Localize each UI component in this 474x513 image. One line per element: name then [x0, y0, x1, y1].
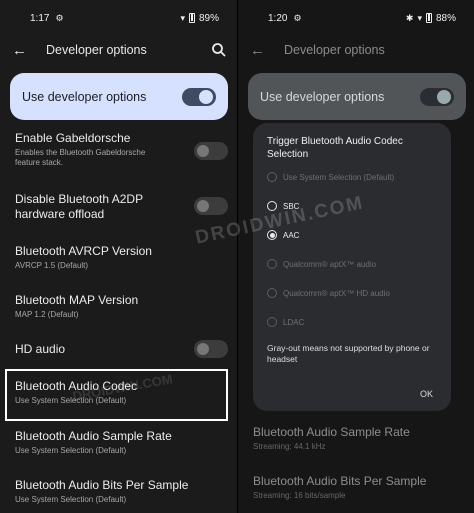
radio-button[interactable] — [267, 288, 277, 298]
setting-title: Bluetooth MAP Version — [15, 293, 139, 307]
battery-icon — [188, 13, 195, 23]
setting-subtitle: AVRCP 1.5 (Default) — [15, 261, 89, 270]
gabeldorsche-toggle[interactable] — [194, 142, 228, 160]
radio-button[interactable] — [267, 172, 277, 182]
settings-gear-icon: ⚙ — [55, 12, 64, 23]
option-label: Use System Selection (Default) — [283, 172, 395, 182]
top-app-bar: ← Developer options — [238, 36, 474, 64]
dialog-note: Gray-out means not supported by phone or… — [267, 343, 430, 364]
setting-title: Bluetooth Audio Sample Rate — [253, 425, 410, 439]
use-developer-options-label: Use developer options — [260, 89, 385, 104]
setting-title: Enable Gabeldorsche — [15, 131, 131, 145]
setting-title: Disable Bluetooth A2DP hardware offload — [15, 192, 143, 221]
left-screen: 1:17 ⚙ ▾ 89% ← Developer options Use dev… — [0, 0, 237, 513]
radio-button[interactable] — [267, 259, 277, 269]
battery-icon — [425, 13, 432, 23]
option-use-system-selection[interactable]: Use System Selection (Default) — [267, 172, 394, 182]
use-developer-options-label: Use developer options — [22, 89, 147, 104]
setting-subtitle: Streaming: 16 bits/sample — [253, 491, 346, 500]
setting-title: Bluetooth Audio Bits Per Sample — [15, 478, 189, 492]
setting-bluetooth-audio-sample-rate[interactable]: Bluetooth Audio Sample Rate Use System S… — [15, 429, 225, 456]
page-title: Developer options — [46, 43, 147, 57]
bluetooth-icon: ✱ — [405, 12, 414, 23]
option-ldac[interactable]: LDAC — [267, 317, 304, 327]
status-bar: 1:17 ⚙ ▾ 89% — [0, 0, 237, 36]
option-aptx-hd[interactable]: Qualcomm® aptX™ HD audio — [267, 288, 390, 298]
status-time: 1:17 — [30, 12, 50, 24]
option-aptx[interactable]: Qualcomm® aptX™ audio — [267, 259, 376, 269]
dialog-title: Trigger Bluetooth Audio Codec Selection — [267, 136, 403, 160]
setting-map-version[interactable]: Bluetooth MAP Version MAP 1.2 (Default) — [15, 293, 225, 320]
hd-audio-toggle[interactable] — [194, 340, 228, 358]
setting-subtitle: Streaming: 44.1 kHz — [253, 442, 326, 451]
setting-title: Bluetooth Audio Bits Per Sample — [253, 474, 427, 488]
page-title: Developer options — [284, 43, 385, 57]
setting-avrcp-version[interactable]: Bluetooth AVRCP Version AVRCP 1.5 (Defau… — [15, 244, 225, 271]
use-developer-options-card[interactable]: Use developer options — [10, 73, 228, 120]
setting-bluetooth-audio-bits-per-sample[interactable]: Bluetooth Audio Bits Per Sample Streamin… — [253, 474, 463, 501]
setting-disable-a2dp-offload[interactable]: Disable Bluetooth A2DP hardware offload — [15, 192, 175, 222]
back-arrow-icon[interactable]: ← — [250, 42, 266, 59]
use-developer-options-card[interactable]: Use developer options — [248, 73, 466, 120]
status-time: 1:20 — [268, 12, 288, 24]
setting-bluetooth-audio-sample-rate[interactable]: Bluetooth Audio Sample Rate Streaming: 4… — [253, 425, 463, 452]
setting-subtitle: Enables the Bluetooth Gabeldorsche featu… — [15, 148, 146, 167]
setting-subtitle: Use System Selection (Default) — [15, 495, 127, 504]
setting-subtitle: MAP 1.2 (Default) — [15, 310, 79, 319]
option-label: LDAC — [283, 317, 305, 327]
battery-percent: 88% — [435, 12, 456, 24]
setting-bluetooth-audio-bits-per-sample[interactable]: Bluetooth Audio Bits Per Sample Use Syst… — [15, 478, 225, 505]
setting-title: Bluetooth Audio Sample Rate — [15, 429, 172, 443]
option-label: Qualcomm® aptX™ HD audio — [283, 288, 390, 298]
back-arrow-icon[interactable]: ← — [12, 42, 28, 59]
use-developer-options-toggle[interactable] — [182, 88, 216, 106]
wifi-icon: ▾ — [417, 12, 422, 23]
setting-title: Bluetooth AVRCP Version — [15, 244, 152, 258]
ok-button[interactable]: OK — [420, 389, 433, 399]
radio-button[interactable] — [267, 317, 277, 327]
setting-subtitle: Use System Selection (Default) — [15, 446, 127, 455]
status-bar: 1:20 ⚙ ✱ ▾ 88% — [238, 0, 474, 36]
codec-selection-dialog: Trigger Bluetooth Audio Codec Selection … — [253, 123, 451, 411]
top-app-bar: ← Developer options — [0, 36, 237, 64]
a2dp-offload-toggle[interactable] — [194, 197, 228, 215]
battery-percent: 89% — [198, 12, 219, 24]
settings-gear-icon: ⚙ — [293, 12, 302, 23]
use-developer-options-toggle[interactable] — [420, 88, 454, 106]
search-icon[interactable] — [211, 42, 227, 58]
option-label: Qualcomm® aptX™ audio — [283, 259, 377, 269]
wifi-icon: ▾ — [180, 12, 185, 23]
option-label: AAC — [283, 230, 300, 240]
